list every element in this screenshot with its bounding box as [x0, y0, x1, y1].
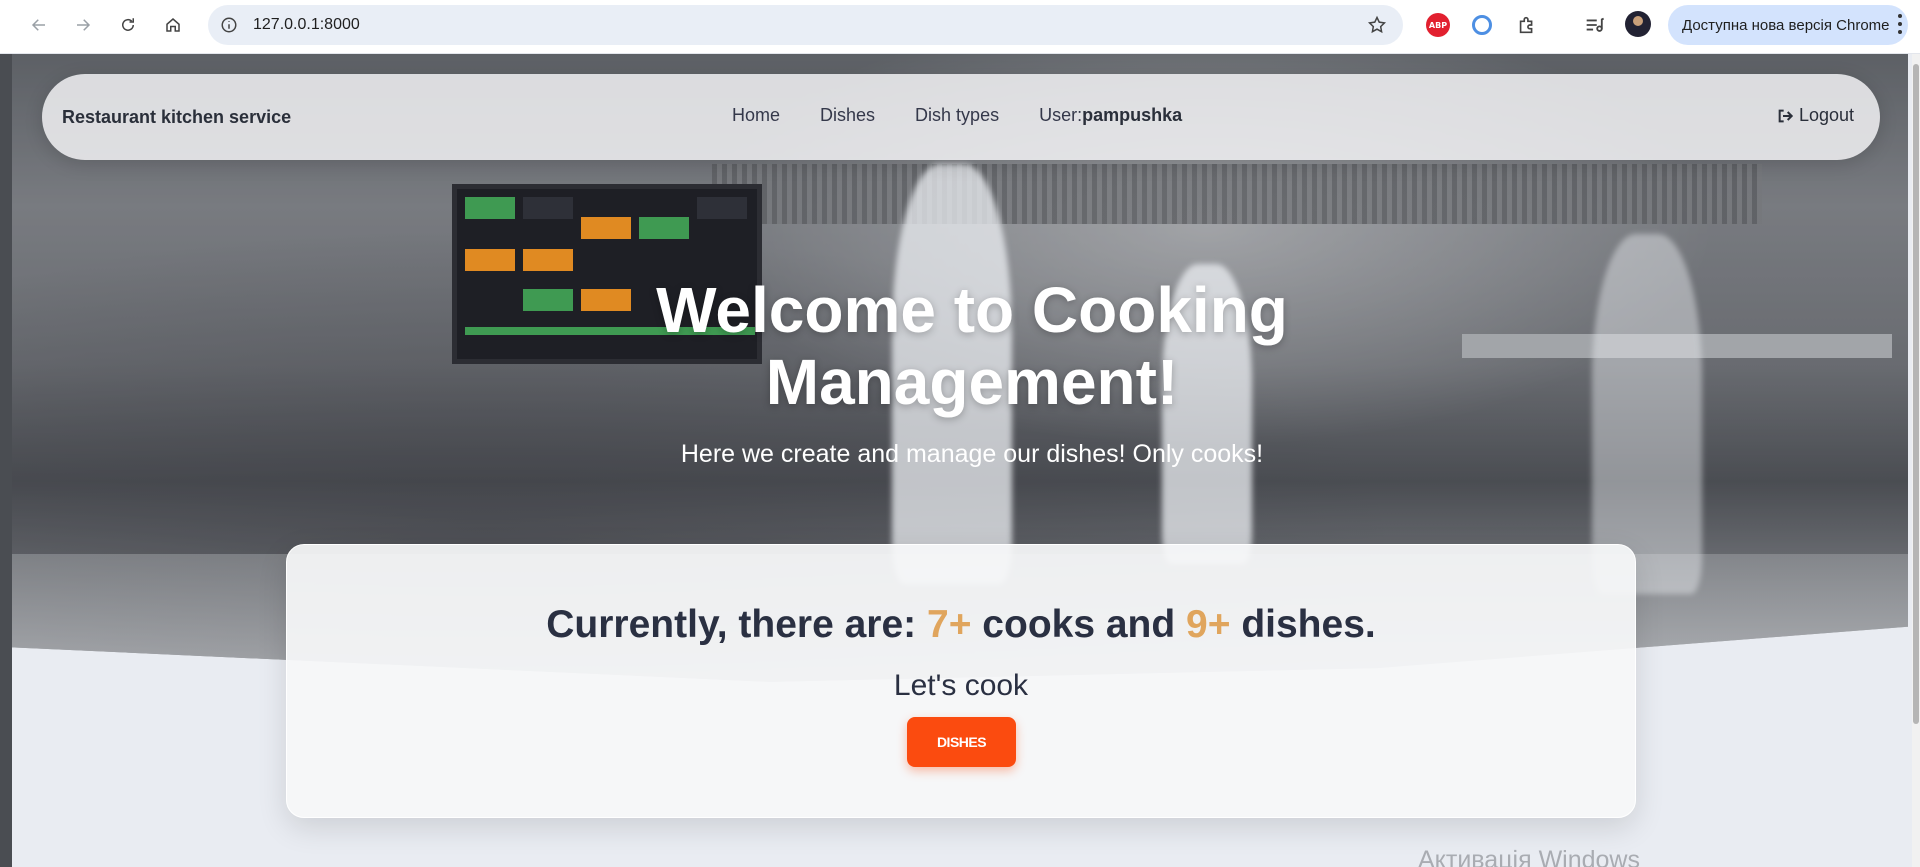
stats-heading: Currently, there are: 7+ cooks and 9+ di…	[287, 603, 1635, 647]
back-button[interactable]	[24, 10, 54, 40]
logout-link[interactable]: Logout	[1777, 105, 1854, 126]
forward-button[interactable]	[68, 10, 98, 40]
adblock-extension-icon[interactable]: ABP	[1426, 13, 1450, 37]
chrome-menu-icon[interactable]	[1898, 14, 1904, 38]
nav-dishes-link[interactable]: Dishes	[820, 105, 875, 126]
arrow-right-icon	[77, 19, 91, 31]
reload-button[interactable]	[113, 10, 143, 40]
url-text[interactable]: 127.0.0.1:8000	[253, 16, 360, 34]
stats-prefix: Currently, there are:	[546, 603, 927, 646]
profile-avatar[interactable]	[1625, 11, 1651, 37]
arrow-left-icon	[31, 19, 45, 31]
browser-toolbar: 127.0.0.1:8000 ABP Доступна нова версія …	[0, 0, 1920, 54]
dishes-button[interactable]: DISHES	[907, 717, 1016, 767]
nav-user-link[interactable]: User:pampushka	[1039, 105, 1182, 126]
hero-subtitle: Here we create and manage our dishes! On…	[680, 440, 1264, 468]
hero-title: Welcome to Cooking Management!	[656, 274, 1288, 418]
address-bar[interactable]: 127.0.0.1:8000	[208, 5, 1403, 45]
nav-home-link[interactable]: Home	[732, 105, 780, 126]
windows-activation-watermark: Активація Windows	[1418, 846, 1640, 867]
home-icon	[166, 18, 180, 32]
info-icon[interactable]	[220, 16, 238, 34]
main-menu: Home Dishes Dish types User:pampushka	[732, 105, 1182, 126]
extension-ring-icon[interactable]	[1472, 15, 1492, 35]
user-prefix: User:	[1039, 105, 1083, 125]
sign-out-icon	[1778, 109, 1793, 122]
scrollbar-thumb[interactable]	[1913, 64, 1919, 724]
nav-dish-types-link[interactable]: Dish types	[915, 105, 999, 126]
window-edge	[0, 54, 12, 867]
reload-icon	[122, 18, 134, 31]
brand-link[interactable]: Restaurant kitchen service	[62, 107, 291, 128]
kitchen-hood	[712, 164, 1762, 224]
home-button[interactable]	[158, 10, 188, 40]
cooks-count: 7+	[927, 603, 972, 646]
bookmark-star-icon[interactable]	[1367, 15, 1387, 35]
dishes-count: 9+	[1186, 603, 1231, 646]
chrome-update-button[interactable]: Доступна нова версія Chrome	[1668, 5, 1908, 45]
dishes-label: dishes.	[1230, 603, 1376, 646]
stats-card: Currently, there are: 7+ cooks and 9+ di…	[286, 544, 1636, 818]
page: Restaurant kitchen service Home Dishes D…	[12, 54, 1908, 867]
user-name: pampushka	[1082, 105, 1183, 125]
media-control-icon[interactable]	[1582, 13, 1606, 37]
cooks-label: cooks and	[971, 603, 1187, 646]
chef-figure	[1592, 234, 1702, 594]
logout-label: Logout	[1798, 105, 1854, 125]
lets-cook-text: Let's cook	[893, 669, 1029, 702]
site-navbar: Restaurant kitchen service Home Dishes D…	[42, 74, 1880, 160]
page-scrollbar[interactable]	[1912, 54, 1920, 867]
extensions-puzzle-icon[interactable]	[1515, 13, 1539, 37]
